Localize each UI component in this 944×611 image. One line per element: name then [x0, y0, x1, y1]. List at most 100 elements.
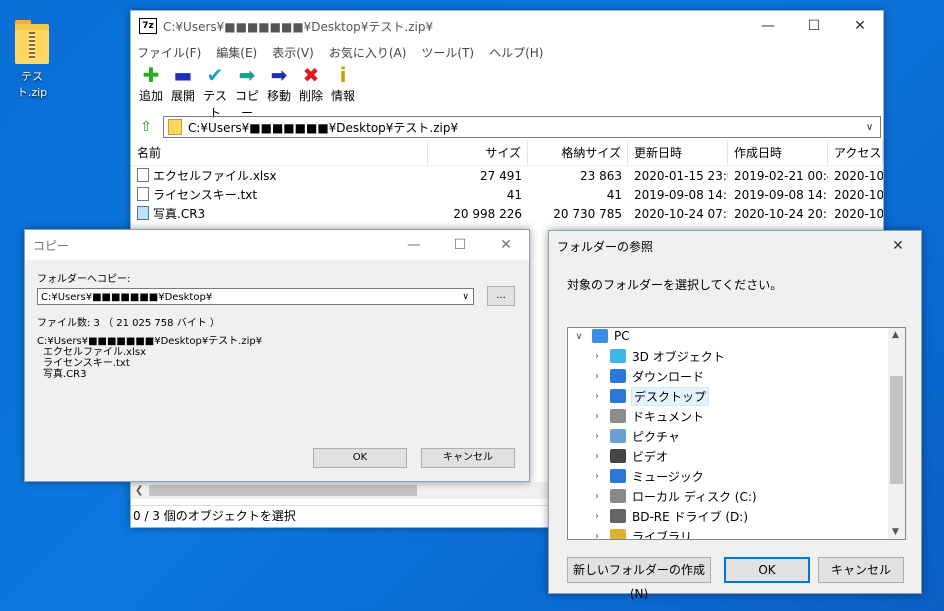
tree-item[interactable]: › ダウンロード	[590, 366, 704, 386]
browse-ok-button[interactable]: OK	[724, 557, 810, 583]
tree-item[interactable]: › BD-RE ドライブ (D:)	[590, 506, 748, 526]
chevron-right-icon[interactable]: ›	[590, 491, 604, 502]
cell-accessed: 2020-10-	[834, 168, 883, 183]
address-text: C:¥Users¥■■■■■■■¥Desktop¥テスト.zip¥	[188, 120, 459, 135]
file-count: ファイル数: 3 （ 21 025 758 バイト ）	[37, 318, 220, 329]
chevron-right-icon[interactable]: ›	[590, 411, 604, 422]
toolbar-info-button[interactable]: i 情報	[327, 63, 359, 104]
tree-item-label: 3D オブジェクト	[632, 349, 725, 364]
chevron-right-icon[interactable]: ›	[590, 371, 604, 382]
toolbar-plus-button[interactable]: ✚ 追加	[135, 63, 167, 104]
col-size[interactable]: サイズ	[428, 141, 528, 165]
file-list: エクセルファイル.xlsx 27 491 23 863 2020-01-15 23:0…	[131, 166, 883, 223]
toolbar-delete-x-button[interactable]: ✖ 削除	[295, 63, 327, 104]
tree-item-label: ダウンロード	[632, 369, 705, 384]
browse-button[interactable]: ...	[487, 286, 515, 306]
maximize-button[interactable]: ☐	[791, 11, 837, 41]
tree-item[interactable]: › ドキュメント	[590, 406, 704, 426]
cell-name: エクセルファイル.xlsx	[131, 167, 428, 184]
chevron-down-icon[interactable]: ∨	[866, 122, 880, 133]
tree-item[interactable]: › ミュージック	[590, 466, 704, 486]
file-name: エクセルファイル.xlsx	[153, 169, 277, 183]
table-row[interactable]: ライセンスキー.txt 41 41 2019-09-08 14:12 2019-09-0…	[131, 185, 883, 204]
browse-close-button[interactable]: ✕	[875, 231, 921, 261]
tree-item-label: ローカル ディスク (C:)	[632, 489, 757, 504]
chevron-right-icon[interactable]: ›	[590, 391, 604, 402]
tree-scroll-thumb[interactable]	[890, 376, 903, 484]
tree-item[interactable]: › ピクチャ	[590, 426, 680, 446]
menu-tools[interactable]: ツール(T)	[421, 44, 474, 61]
col-accessed[interactable]: アクセス日	[828, 141, 883, 165]
source-file: ライセンスキー.txt	[43, 358, 130, 369]
folder-tree[interactable]: › ライブラリ › BD-RE ドライブ (D:) › ローカル ディスク (C:) › ミュ…	[567, 327, 906, 540]
optical-drive-icon	[610, 509, 626, 523]
menu-view[interactable]: 表示(V)	[272, 44, 314, 61]
copy-minimize-button[interactable]: —	[391, 230, 437, 260]
copy-close-button[interactable]: ✕	[483, 230, 529, 260]
address-bar: ⇧ C:¥Users¥■■■■■■■¥Desktop¥テスト.zip¥ ∨	[131, 115, 883, 139]
menu-file[interactable]: ファイル(F)	[137, 44, 201, 61]
col-packed-size[interactable]: 格納サイズ	[528, 141, 628, 165]
info-icon: i	[339, 63, 347, 87]
chevron-right-icon[interactable]: ›	[590, 351, 604, 362]
toolbar-move-arrow-button[interactable]: ➡ 移動	[263, 63, 295, 104]
tree-item[interactable]: › ビデオ	[590, 446, 668, 466]
toolbar-check-button[interactable]: ✔ テスト	[199, 63, 231, 121]
menu-help[interactable]: ヘルプ(H)	[489, 44, 543, 61]
toolbar: ✚ 追加 ▬ 展開 ✔ テスト ➡ コピー ➡ 移動 ✖ 削除 i 情報	[131, 63, 883, 120]
tree-item[interactable]: › デスクトップ	[590, 386, 710, 406]
dest-label: フォルダーへコピー:	[37, 274, 131, 285]
check-icon: ✔	[206, 63, 224, 87]
minimize-button[interactable]: —	[745, 11, 791, 41]
cell-modified: 2020-10-24 07:57	[634, 206, 728, 221]
table-row[interactable]: エクセルファイル.xlsx 27 491 23 863 2020-01-15 23:0…	[131, 166, 883, 185]
col-created[interactable]: 作成日時	[728, 141, 828, 165]
copy-maximize-button[interactable]: ☐	[437, 230, 483, 260]
tree-item[interactable]: › ローカル ディスク (C:)	[590, 486, 757, 506]
menu-favorites[interactable]: お気に入り(A)	[329, 44, 407, 61]
new-folder-button[interactable]: 新しいフォルダーの作成(N)	[567, 557, 711, 601]
close-button[interactable]: ✕	[837, 11, 883, 41]
chevron-right-icon[interactable]: ›	[590, 531, 604, 540]
scroll-thumb[interactable]	[149, 485, 417, 496]
address-field[interactable]: C:¥Users¥■■■■■■■¥Desktop¥テスト.zip¥ ∨	[163, 116, 881, 138]
chevron-down-icon[interactable]: ∨	[572, 331, 586, 342]
chevron-right-icon[interactable]: ›	[590, 511, 604, 522]
toolbar-label: 追加	[138, 89, 163, 103]
up-folder-icon[interactable]: ⇧	[135, 117, 157, 137]
col-modified[interactable]: 更新日時	[628, 141, 728, 165]
chevron-right-icon[interactable]: ›	[590, 471, 604, 482]
tree-item[interactable]: ∨ PC	[572, 328, 630, 346]
chevron-right-icon[interactable]: ›	[590, 431, 604, 442]
dest-path-combo[interactable]: C:¥Users¥■■■■■■■¥Desktop¥ ∨	[37, 288, 474, 305]
scroll-up-icon[interactable]: ▲	[892, 330, 899, 340]
table-row[interactable]: 写真.CR3 20 998 226 20 730 785 2020-10-24 07:…	[131, 204, 883, 223]
toolbar-minus-button[interactable]: ▬ 展開	[167, 63, 199, 104]
tree-item[interactable]: › 3D オブジェクト	[590, 346, 725, 366]
toolbar-copy-arrow-button[interactable]: ➡ コピー	[231, 63, 263, 121]
tree-item[interactable]: › ライブラリ	[590, 526, 692, 540]
file-icon	[137, 168, 149, 182]
chevron-down-icon[interactable]: ∨	[462, 289, 469, 306]
local-disk-icon	[610, 489, 626, 503]
copy-dialog-titlebar: コピー — ☐ ✕	[25, 230, 529, 260]
chevron-right-icon[interactable]: ›	[590, 451, 604, 462]
cell-accessed: 2020-10-	[834, 187, 883, 202]
ok-button[interactable]: OK	[313, 448, 407, 468]
menu-edit[interactable]: 編集(E)	[216, 44, 257, 61]
scroll-down-icon[interactable]: ▼	[892, 527, 899, 537]
browse-folder-dialog: フォルダーの参照 ✕ 対象のフォルダーを選択してください。 › ライブラリ › BD-…	[548, 230, 922, 601]
browse-cancel-button[interactable]: キャンセル	[818, 557, 904, 583]
col-name[interactable]: 名前	[131, 141, 428, 165]
cell-name: 写真.CR3	[131, 205, 428, 222]
window-title: C:¥Users¥■■■■■■■¥Desktop¥テスト.zip¥	[163, 19, 434, 34]
scroll-left-icon[interactable]: ❮	[135, 482, 143, 499]
cancel-button[interactable]: キャンセル	[421, 448, 515, 468]
minus-icon: ▬	[173, 63, 193, 87]
tree-item-label: デスクトップ	[630, 386, 710, 406]
cell-packed: 20 730 785	[553, 206, 622, 221]
browse-dialog-titlebar: フォルダーの参照 ✕	[549, 231, 921, 261]
tree-vertical-scrollbar[interactable]: ▲ ▼	[888, 328, 905, 539]
browse-instruction: 対象のフォルダーを選択してください。	[567, 278, 783, 292]
desktop-zip-file[interactable]: テスト.zip	[6, 20, 58, 100]
